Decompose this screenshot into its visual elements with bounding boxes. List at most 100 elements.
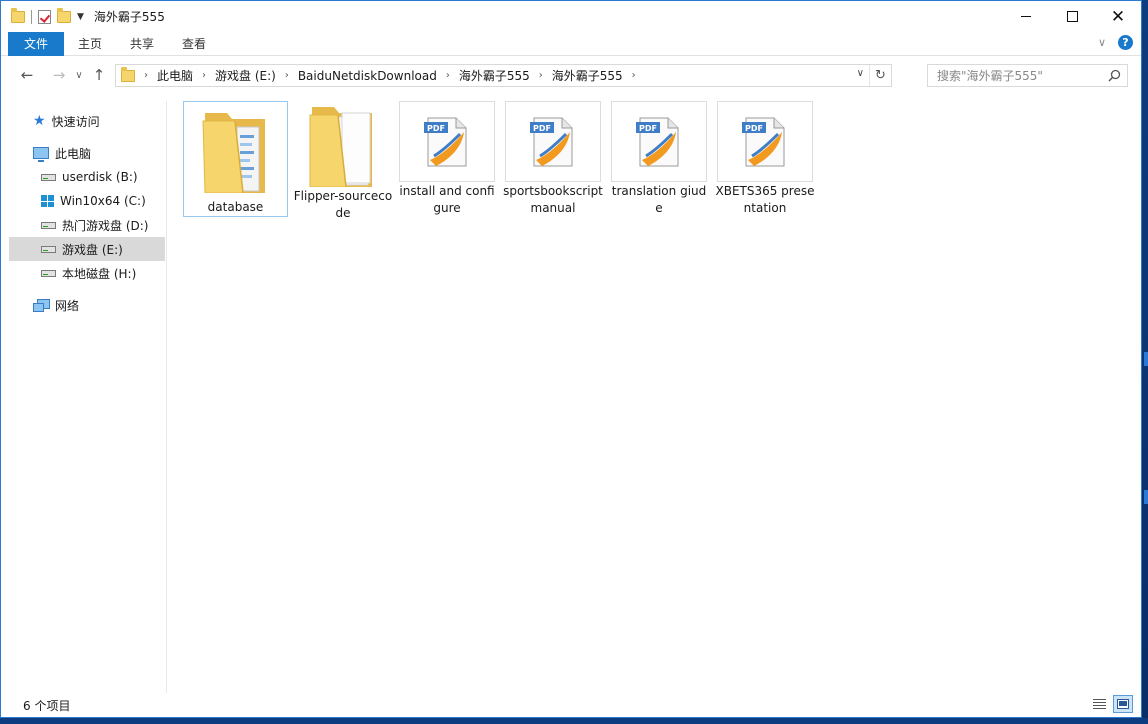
back-button[interactable]: ← [15,63,39,87]
file-item-sportsbookscript-manual[interactable]: PDF sportsbookscript manual [503,101,603,217]
breadcrumb-folder-1[interactable]: 海外霸子555 [459,67,530,84]
sidebar-item-network[interactable]: 网络 [9,293,165,317]
pdf-file-icon: PDF [717,101,813,182]
up-button[interactable]: ↑ [87,63,111,87]
drive-icon [41,245,56,253]
help-icon[interactable]: ? [1118,35,1133,50]
details-view-button[interactable] [1089,695,1109,713]
search-placeholder: 搜索"海外霸子555" [937,69,1043,83]
sidebar-item-this-pc[interactable]: 此电脑 [9,141,165,165]
file-item-install-and-configure[interactable]: PDF install and configure [399,101,495,217]
sidebar-item-label: Win10x64 (C:) [60,194,146,208]
file-name: translation giude [611,184,707,215]
details-view-icon [1092,699,1106,709]
chevron-right-icon[interactable]: › [446,70,450,81]
forward-button[interactable]: → [47,63,71,87]
search-icon[interactable] [1108,69,1121,82]
breadcrumb-this-pc[interactable]: 此电脑 [157,67,193,84]
sidebar-item-drive-h[interactable]: 本地磁盘 (H:) [9,261,165,285]
drive-icon [41,269,56,277]
file-name: XBETS365 presentation [715,184,815,215]
desktop-bottom-edge [0,718,1148,724]
view-switcher [1089,695,1133,713]
tab-share[interactable]: 共享 [116,32,168,56]
network-icon [33,298,50,312]
recent-locations-chevron-icon[interactable]: ∨ [71,63,87,87]
properties-icon[interactable] [38,9,51,24]
svg-text:PDF: PDF [639,124,657,133]
customize-toolbar-chevron-icon[interactable]: ▼ [77,12,84,22]
maximize-button[interactable] [1049,1,1095,32]
drive-icon [41,173,56,181]
pdf-file-icon: PDF [399,101,495,182]
ribbon-tabs: 文件 主页 共享 查看 ∨ ? [1,31,1141,56]
star-icon: ★ [33,113,46,129]
folder-with-docs-icon [188,102,284,198]
sidebar-item-drive-c[interactable]: Win10x64 (C:) [9,189,165,213]
sidebar-item-label: 网络 [55,298,80,313]
search-box[interactable]: 搜索"海外霸子555" [927,64,1128,87]
tab-home[interactable]: 主页 [64,32,116,56]
explorer-window: ▼ 海外霸子555 ✕ 文件 主页 共享 查看 ∨ ? ← → ∨ ↑ › 此电… [0,0,1142,718]
svg-text:PDF: PDF [745,124,763,133]
ribbon-right: ∨ ? [1098,35,1133,50]
sidebar-item-drive-b[interactable]: userdisk (B:) [9,165,165,189]
chevron-right-icon[interactable]: › [285,70,289,81]
status-bar: 6 个项目 [1,693,1141,717]
pdf-file-icon: PDF [505,101,601,182]
navigation-pane: ★ 快速访问 此电脑 userdisk (B:) Win10x64 (C:) 热… [1,101,167,693]
svg-text:PDF: PDF [533,124,551,133]
file-name: sportsbookscript manual [503,184,603,215]
address-bar[interactable]: › 此电脑 › 游戏盘 (E:) › BaiduNetdiskDownload … [115,64,892,87]
sidebar-item-label: 本地磁盘 (H:) [62,266,137,281]
large-icons-view-icon [1117,699,1129,709]
windows-drive-icon [41,195,54,207]
breadcrumb-drive-e[interactable]: 游戏盘 (E:) [215,67,276,84]
new-folder-icon[interactable] [57,7,71,23]
sidebar-item-label: 此电脑 [55,146,92,161]
sidebar-item-drive-d[interactable]: 热门游戏盘 (D:) [9,213,165,237]
file-item-flipper-sourcecode[interactable]: Flipper-sourcecode [293,101,393,220]
close-button[interactable]: ✕ [1095,1,1141,32]
file-item-translation-giude[interactable]: PDF translation giude [611,101,707,217]
pdf-file-icon: PDF [611,101,707,182]
folder-with-files-icon [295,101,391,187]
folder-icon [11,7,25,23]
minimize-button[interactable] [1003,1,1049,32]
chevron-right-icon[interactable]: › [539,70,543,81]
breadcrumb-baidu[interactable]: BaiduNetdiskDownload [298,69,437,83]
file-name: database [207,200,264,214]
file-name: Flipper-sourcecode [293,189,393,220]
sidebar-item-label: userdisk (B:) [62,170,138,184]
address-history-chevron-icon[interactable]: ∨ [857,68,864,79]
desktop-edge [1142,0,1148,724]
address-folder-icon [121,66,135,82]
file-item-xbets365-presentation[interactable]: PDF XBETS365 presentation [715,101,815,217]
sidebar-item-drive-e[interactable]: 游戏盘 (E:) [9,237,165,261]
sidebar-item-quick-access[interactable]: ★ 快速访问 [9,109,165,133]
window-title: 海外霸子555 [93,10,165,24]
item-count: 6 个项目 [23,698,71,713]
sidebar-item-label: 快速访问 [51,114,100,129]
tab-view[interactable]: 查看 [168,32,220,56]
file-item-database[interactable]: database [183,101,288,217]
breadcrumb-folder-2[interactable]: 海外霸子555 [552,67,623,84]
toolbar-divider [31,9,32,24]
large-icons-view-button[interactable] [1113,695,1133,713]
expand-ribbon-chevron-icon[interactable]: ∨ [1098,36,1106,49]
file-name: install and configure [399,184,495,215]
sidebar-item-label: 热门游戏盘 (D:) [62,218,149,233]
chevron-right-icon[interactable]: › [632,70,636,81]
chevron-right-icon[interactable]: › [144,70,148,81]
refresh-button[interactable]: ↻ [869,65,891,86]
pc-icon [33,147,49,162]
svg-text:PDF: PDF [427,124,445,133]
title-bar: ▼ 海外霸子555 ✕ [1,1,1141,32]
chevron-right-icon[interactable]: › [202,70,206,81]
window-controls: ✕ [1003,1,1141,32]
tab-file[interactable]: 文件 [8,31,65,56]
file-list: database Flipper-sourcecode PDF install … [168,101,1141,693]
drive-icon [41,221,56,229]
quick-access-toolbar: ▼ [1,1,84,32]
navigation-bar: ← → ∨ ↑ › 此电脑 › 游戏盘 (E:) › BaiduNetdiskD… [1,57,1141,93]
